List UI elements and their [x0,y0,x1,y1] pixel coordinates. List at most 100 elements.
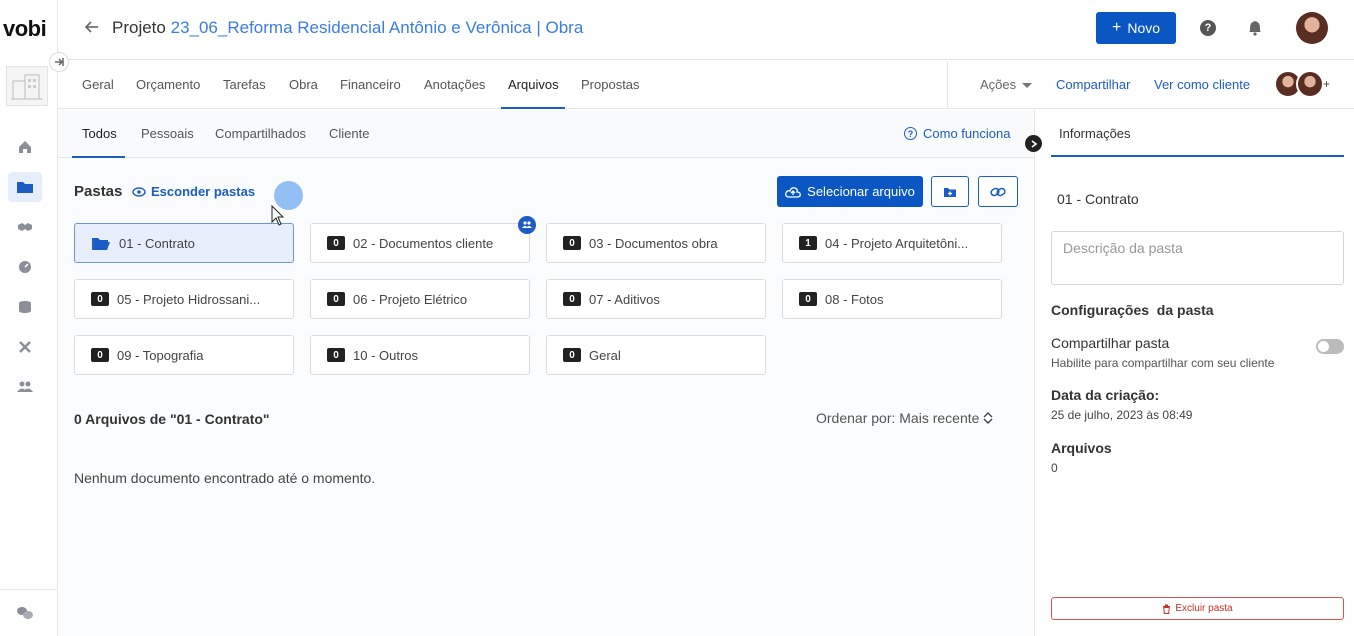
hide-folders-toggle[interactable]: Esconder pastas [132,184,255,199]
folder-name: 08 - Fotos [825,291,884,307]
gauge-icon[interactable] [8,252,42,282]
files-count-label: Arquivos [1051,440,1112,456]
new-button[interactable]: + Novo [1096,12,1176,44]
brand-logo[interactable]: vobi [3,16,47,42]
folder-card[interactable]: 01 - Contrato [74,223,294,263]
share-link[interactable]: Compartilhar [1056,77,1130,92]
active-panel-tab-indicator [1051,155,1344,157]
coins-icon[interactable] [8,292,42,322]
open-folder-icon [92,237,110,250]
folder-count-badge: 0 [563,236,581,250]
files-count-value: 0 [1051,461,1058,475]
add-member-button[interactable]: + [1323,77,1330,91]
files-count-heading: 0 Arquivos de "01 - Contrato" [74,411,270,427]
folder-nav-icon[interactable] [8,172,42,202]
folder-card[interactable]: 0 10 - Outros [310,335,530,375]
folder-card[interactable]: 0 03 - Documentos obra [546,223,766,263]
folder-count-badge: 0 [327,348,345,362]
new-folder-button[interactable] [931,176,969,207]
how-it-works-label: Como funciona [923,126,1011,141]
subtab-cliente[interactable]: Cliente [329,126,369,141]
folder-name: 02 - Documentos cliente [353,235,494,251]
tab-actions: Ações Compartilhar Ver como cliente + [947,61,1354,109]
folder-description-input[interactable]: Descrição da pasta [1051,231,1344,285]
folder-card[interactable]: 0 07 - Aditivos [546,279,766,319]
tab-arquivos[interactable]: Arquivos [508,77,559,92]
actions-dropdown[interactable]: Ações [980,77,1033,92]
tab-orcamento[interactable]: Orçamento [136,77,200,92]
tools-icon[interactable] [8,332,42,362]
folder-count-badge: 0 [327,292,345,306]
link-icon [990,187,1006,196]
folder-card[interactable]: 1 04 - Projeto Arquitetôni... [782,223,1002,263]
tab-propostas[interactable]: Propostas [581,77,640,92]
folder-count-badge: 0 [91,292,109,306]
folder-count-badge: 0 [91,348,109,362]
rail-divider [0,589,57,590]
project-name-link[interactable]: 23_06_Reforma Residencial Antônio e Verô… [171,18,584,37]
link-button[interactable] [978,176,1018,207]
header-bar: Projeto 23_06_Reforma Residencial Antôni… [58,0,1354,60]
delete-folder-button[interactable]: Excluir pasta [1051,597,1344,620]
home-icon[interactable] [8,132,42,162]
select-file-button[interactable]: Selecionar arquivo [777,176,923,207]
how-it-works-link[interactable]: ? Como funciona [904,126,1010,141]
subtab-todos[interactable]: Todos [82,126,117,141]
tab-geral[interactable]: Geral [82,77,114,92]
question-circle-icon: ? [904,127,917,140]
project-thumbnail[interactable] [6,66,48,106]
chat-icon[interactable] [8,598,42,628]
folder-card[interactable]: 0 05 - Projeto Hidrossani... [74,279,294,319]
page-title: Projeto 23_06_Reforma Residencial Antôni… [112,18,583,38]
subtab-compartilhados[interactable]: Compartilhados [215,126,306,141]
folder-card[interactable]: 0 06 - Projeto Elétrico [310,279,530,319]
eye-icon [132,186,146,197]
created-date-label: Data da criação: [1051,387,1160,403]
sort-icon [983,412,993,424]
folder-plus-icon [944,187,956,197]
tab-tarefas[interactable]: Tarefas [223,77,266,92]
share-folder-toggle[interactable] [1316,339,1344,354]
folder-count-badge: 0 [563,348,581,362]
tab-informacoes[interactable]: Informações [1059,126,1131,141]
tab-financeiro[interactable]: Financeiro [340,77,401,92]
folder-card[interactable]: 0 09 - Topografia [74,335,294,375]
folder-name: 03 - Documentos obra [589,235,718,251]
delete-folder-label: Excluir pasta [1175,603,1233,614]
folder-card[interactable]: 0 02 - Documentos cliente [310,223,530,263]
back-arrow-icon[interactable] [84,19,100,38]
handshake-icon[interactable] [8,212,42,242]
folder-name: 04 - Projeto Arquitetôni... [825,235,969,251]
subtab-pessoais[interactable]: Pessoais [141,126,194,141]
tab-obra[interactable]: Obra [289,77,318,92]
folder-card[interactable]: 0 Geral [546,335,766,375]
folder-card[interactable]: 0 08 - Fotos [782,279,1002,319]
bell-icon[interactable] [1248,20,1262,39]
users-icon[interactable] [8,372,42,402]
folder-name: 10 - Outros [353,347,419,363]
left-rail: vobi [0,0,58,636]
folder-count-badge: 0 [799,292,817,306]
folders-heading: Pastas [74,183,123,200]
sort-dropdown[interactable]: Ordenar por: Mais recente [816,410,993,426]
tab-anotacoes[interactable]: Anotações [424,77,485,92]
share-folder-label: Compartilhar pasta [1051,335,1170,351]
mouse-cursor-icon [271,204,285,230]
expand-rail-button[interactable] [49,52,69,72]
shared-users-icon [518,216,536,234]
project-tabs: Geral Orçamento Tarefas Obra Financeiro … [58,61,948,109]
hide-folders-label: Esconder pastas [151,184,256,199]
panel-folder-name[interactable]: 01 - Contrato [1057,191,1139,207]
active-tab-indicator [501,107,565,109]
actions-label: Ações [980,77,1017,92]
member-avatar[interactable] [1296,70,1324,98]
folder-count-badge: 1 [799,236,817,250]
select-file-label: Selecionar arquivo [807,184,915,199]
arrow-right-bar-icon [55,58,64,66]
view-as-client-link[interactable]: Ver como cliente [1154,77,1250,92]
empty-state-message: Nenhum documento encontrado até o moment… [74,470,376,486]
help-icon[interactable]: ? [1200,20,1216,36]
user-avatar[interactable] [1296,12,1328,44]
collapse-panel-button[interactable] [1025,135,1042,152]
file-filter-tabs: Todos Pessoais Compartilhados Cliente ? … [58,110,1034,158]
